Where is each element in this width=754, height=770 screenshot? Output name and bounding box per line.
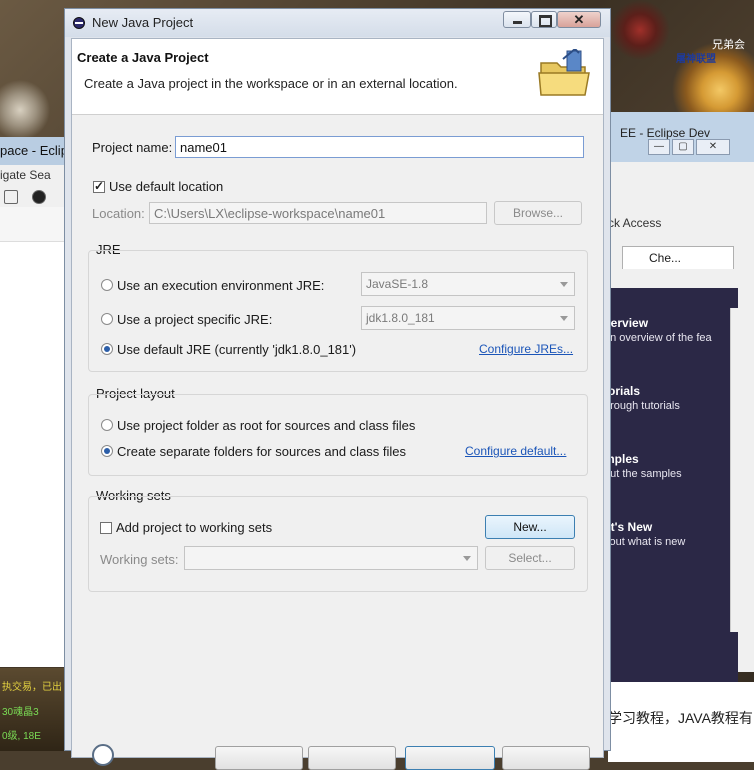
layout-separate-radio[interactable] <box>101 445 113 457</box>
browser-page-snippet: 学习教程，JAVA教程有 <box>608 682 754 762</box>
back-button[interactable] <box>215 746 303 770</box>
add-to-working-sets-checkbox[interactable] <box>100 522 112 534</box>
execution-env-value: JavaSE-1.8 <box>366 277 429 291</box>
finish-button[interactable] <box>405 746 495 770</box>
game-alliance-text: 屠神联盟 <box>676 54 716 65</box>
configure-jres-link[interactable]: Configure JREs... <box>479 342 573 356</box>
configure-default-link[interactable]: Configure default... <box>465 444 566 458</box>
wizard-description: Create a Java project in the workspace o… <box>84 76 458 91</box>
browse-button[interactable]: Browse... <box>494 201 582 225</box>
tab-label: Che... <box>649 251 682 265</box>
left-window-title: pace - Eclip <box>0 143 68 158</box>
layout-separate-label[interactable]: Create separate folders for sources and … <box>117 444 406 459</box>
next-button[interactable] <box>308 746 396 770</box>
use-default-location-checkbox[interactable] <box>93 179 105 193</box>
project-name-input[interactable] <box>175 136 584 158</box>
wizard-banner: Create a Java Project Create a Java proj… <box>72 39 603 115</box>
welcome-item-title[interactable]: torials <box>608 384 640 398</box>
welcome-item-title[interactable]: verview <box>608 316 648 330</box>
welcome-item-desc: l out what is new <box>608 536 686 548</box>
eclipse-icon <box>73 17 85 29</box>
specific-jre-value: jdk1.8.0_181 <box>366 311 435 325</box>
welcome-item-title[interactable]: mples <box>608 452 639 466</box>
close-icon: ✕ <box>573 12 585 27</box>
dialog-titlebar[interactable]: New Java Project ✕ <box>65 9 610 37</box>
game-guild-text: 兄弟会 <box>712 39 745 51</box>
close-button[interactable]: ✕ <box>557 11 601 28</box>
project-name-label: Project name: <box>92 140 173 155</box>
welcome-item-desc: hrough tutorials <box>608 400 680 412</box>
welcome-page: verview an overview of the fea torials h… <box>608 288 738 718</box>
working-sets-label: Working sets: <box>100 552 179 567</box>
add-to-working-sets-label[interactable]: Add project to working sets <box>116 520 272 535</box>
maximize-button[interactable]: ▢ <box>672 139 694 155</box>
tab-cheatsheets[interactable]: Che... <box>622 246 734 269</box>
browser-text: 学习教程，JAVA教程有 <box>608 710 753 726</box>
binary-icon[interactable] <box>4 190 18 204</box>
left-eclipse-window[interactable]: pace - Eclip igate Sea <box>0 137 68 667</box>
wizard-title: Create a Java Project <box>77 50 209 65</box>
jre-execution-env-label[interactable]: Use an execution environment JRE: <box>117 278 324 293</box>
use-default-location-label[interactable]: Use default location <box>109 179 223 194</box>
location-input[interactable] <box>149 202 487 224</box>
new-project-folder-icon <box>538 49 590 96</box>
chevron-down-icon <box>560 316 568 321</box>
project-layout-group <box>88 394 588 476</box>
game-chat-line: 30魂晶3 <box>2 707 39 718</box>
welcome-item-title[interactable]: at's New <box>608 520 652 534</box>
new-working-set-button[interactable]: New... <box>485 515 575 539</box>
minimize-button[interactable] <box>503 11 531 28</box>
layout-root-radio[interactable] <box>101 419 113 431</box>
right-window-titlebar[interactable]: EE - Eclipse Dev — ▢ ✕ <box>608 112 754 162</box>
quick-access-field[interactable]: ck Access <box>608 216 661 230</box>
dialog-title: New Java Project <box>92 15 194 30</box>
execution-env-select[interactable]: JavaSE-1.8 <box>361 272 575 296</box>
specific-jre-select[interactable]: jdk1.8.0_181 <box>361 306 575 330</box>
vertical-scrollbar[interactable] <box>730 308 743 632</box>
select-working-set-button[interactable]: Select... <box>485 546 575 570</box>
welcome-item-desc: out the samples <box>608 468 682 480</box>
left-window-tabstrip <box>0 207 64 242</box>
jre-default-radio[interactable] <box>101 343 113 355</box>
debug-icon[interactable] <box>32 190 46 204</box>
welcome-item-desc: an overview of the fea <box>608 332 712 344</box>
game-chat-line: 0级, 18E <box>2 731 41 742</box>
jre-specific-radio[interactable] <box>101 313 113 325</box>
location-label: Location: <box>92 206 145 221</box>
game-chat-line: 执交易，已出 <box>2 682 62 693</box>
dialog-content: Create a Java Project Create a Java proj… <box>71 38 604 770</box>
chevron-down-icon <box>463 556 471 561</box>
left-window-toolbar <box>0 185 64 208</box>
working-sets-select[interactable] <box>184 546 478 570</box>
new-java-project-dialog: New Java Project ✕ Create a Java Project… <box>64 8 611 770</box>
right-eclipse-window[interactable]: EE - Eclipse Dev — ▢ ✕ ck Access Che... ve… <box>608 112 754 762</box>
jre-specific-label[interactable]: Use a project specific JRE: <box>117 312 272 327</box>
jre-execution-env-radio[interactable] <box>101 279 113 291</box>
cancel-button[interactable] <box>502 746 590 770</box>
left-window-menubar[interactable]: igate Sea <box>0 165 64 185</box>
maximize-button[interactable] <box>531 11 557 28</box>
layout-root-label[interactable]: Use project folder as root for sources a… <box>117 418 415 433</box>
jre-default-label[interactable]: Use default JRE (currently 'jdk1.8.0_181… <box>117 342 356 357</box>
left-window-menu-text: igate Sea <box>0 168 51 182</box>
left-window-titlebar[interactable]: pace - Eclip <box>0 137 68 165</box>
minimize-button[interactable]: — <box>648 139 670 155</box>
close-button[interactable]: ✕ <box>696 139 730 155</box>
chevron-down-icon <box>560 282 568 287</box>
working-sets-group <box>88 496 588 592</box>
help-icon[interactable] <box>92 744 114 766</box>
